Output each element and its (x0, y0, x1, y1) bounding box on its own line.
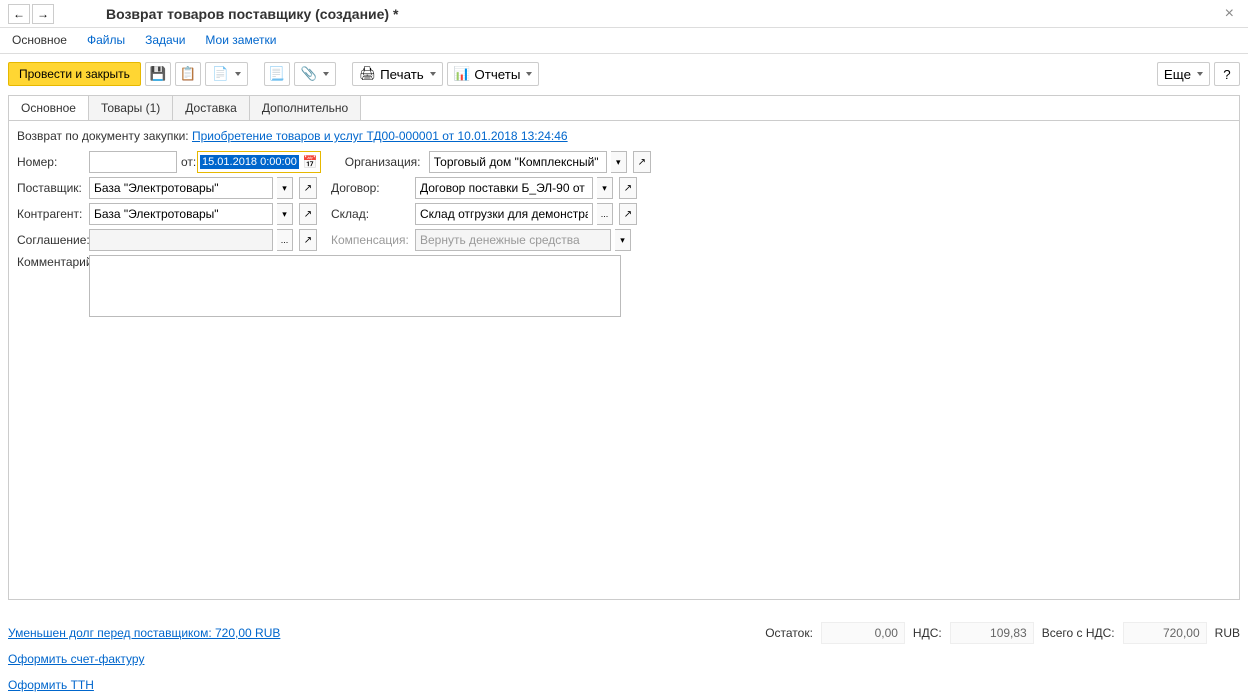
reports-icon: 📊 (454, 66, 471, 82)
post-icon: 📋 (180, 66, 197, 82)
debt-link[interactable]: Уменьшен долг перед поставщиком: 720,00 … (8, 626, 280, 640)
close-icon: × (1225, 5, 1234, 22)
help-button[interactable]: ? (1214, 62, 1240, 86)
vat-label: НДС: (913, 626, 942, 640)
org-open[interactable]: ↗ (633, 151, 651, 173)
agreement-label: Соглашение: (17, 233, 85, 247)
form-tabs: Основное Товары (1) Доставка Дополнитель… (8, 95, 1240, 120)
attach-button[interactable]: 📎 (294, 62, 337, 86)
compens-label: Компенсация: (331, 233, 411, 247)
structure-button[interactable]: 📃 (264, 62, 290, 86)
createbased-button[interactable]: 📄 (205, 62, 248, 86)
compens-dropdown: ▾ (615, 229, 631, 251)
reports-button[interactable]: 📊Отчеты (447, 62, 540, 86)
structure-icon: 📃 (268, 66, 285, 82)
date-input[interactable]: 15.01.2018 0:00:00 📅 (197, 151, 321, 173)
arrow-right-icon: → (37, 7, 49, 21)
attach-icon: 📎 (301, 66, 318, 82)
supplier-open[interactable]: ↗ (299, 177, 317, 199)
ttn-link[interactable]: Оформить ТТН (8, 678, 280, 692)
comment-label: Комментарий: (17, 255, 85, 269)
close-button[interactable]: × (1219, 5, 1240, 23)
org-dropdown[interactable]: ▾ (611, 151, 627, 173)
tab-additional[interactable]: Дополнительно (250, 96, 361, 120)
contract-dropdown[interactable]: ▾ (597, 177, 613, 199)
contract-input[interactable] (415, 177, 593, 199)
number-input[interactable] (89, 151, 177, 173)
form-body: Возврат по документу закупки: Приобретен… (8, 120, 1240, 600)
footer-links: Уменьшен долг перед поставщиком: 720,00 … (8, 626, 280, 692)
agreement-dropdown: ... (277, 229, 293, 251)
supplier-dropdown[interactable]: ▾ (277, 177, 293, 199)
warehouse-dropdown[interactable]: ... (597, 203, 613, 225)
number-label: Номер: (17, 155, 85, 169)
print-button[interactable]: 🖨Печать (352, 62, 443, 86)
agreement-input (89, 229, 273, 251)
contract-label: Договор: (331, 181, 411, 195)
top-tabs: Основное Файлы Задачи Мои заметки (0, 28, 1248, 54)
post-button[interactable]: 📋 (175, 62, 201, 86)
page-title: Возврат товаров поставщику (создание) * (106, 6, 398, 22)
vat-value: 109,83 (950, 622, 1034, 644)
header-bar: ← → Возврат товаров поставщику (создание… (0, 0, 1248, 28)
warehouse-label: Склад: (331, 207, 411, 221)
tab-delivery[interactable]: Доставка (173, 96, 250, 120)
top-tab-files[interactable]: Файлы (83, 31, 129, 49)
warehouse-open[interactable]: ↗ (619, 203, 637, 225)
top-tab-main[interactable]: Основное (8, 31, 71, 49)
back-button[interactable]: ← (8, 4, 30, 24)
comment-textarea[interactable] (89, 255, 621, 317)
calendar-icon[interactable]: 📅 (303, 155, 318, 169)
source-doc-label: Возврат по документу закупки: (17, 129, 189, 143)
createbased-icon: 📄 (212, 66, 229, 82)
balance-value: 0,00 (821, 622, 905, 644)
arrow-left-icon: ← (13, 7, 25, 21)
balance-label: Остаток: (765, 626, 813, 640)
contract-open[interactable]: ↗ (619, 177, 637, 199)
more-button[interactable]: Еще (1157, 62, 1210, 86)
save-button[interactable]: 💾 (145, 62, 171, 86)
org-label: Организация: (345, 155, 425, 169)
counter-dropdown[interactable]: ▾ (277, 203, 293, 225)
post-close-button[interactable]: Провести и закрыть (8, 62, 141, 86)
top-tab-tasks[interactable]: Задачи (141, 31, 189, 49)
top-tab-notes[interactable]: Мои заметки (201, 31, 280, 49)
tab-goods[interactable]: Товары (1) (89, 96, 173, 120)
footer-totals: Остаток: 0,00 НДС: 109,83 Всего с НДС: 7… (765, 622, 1240, 644)
date-value: 15.01.2018 0:00:00 (200, 155, 299, 169)
toolbar: Провести и закрыть 💾 📋 📄 📃 📎 🖨Печать 📊От… (0, 54, 1248, 95)
currency-label: RUB (1215, 626, 1240, 640)
invoice-link[interactable]: Оформить счет-фактуру (8, 652, 280, 666)
supplier-input[interactable] (89, 177, 273, 199)
agreement-open[interactable]: ↗ (299, 229, 317, 251)
org-input[interactable] (429, 151, 607, 173)
warehouse-input[interactable] (415, 203, 593, 225)
forward-button[interactable]: → (32, 4, 54, 24)
from-label: от: (181, 155, 193, 169)
compens-input (415, 229, 611, 251)
source-doc-link[interactable]: Приобретение товаров и услуг ТД00-000001… (192, 129, 568, 143)
counter-open[interactable]: ↗ (299, 203, 317, 225)
save-icon: 💾 (150, 66, 167, 82)
print-icon: 🖨 (359, 66, 376, 82)
total-label: Всего с НДС: (1042, 626, 1115, 640)
counter-label: Контрагент: (17, 207, 85, 221)
tab-main[interactable]: Основное (9, 96, 89, 120)
supplier-label: Поставщик: (17, 181, 85, 195)
total-value: 720,00 (1123, 622, 1207, 644)
counter-input[interactable] (89, 203, 273, 225)
